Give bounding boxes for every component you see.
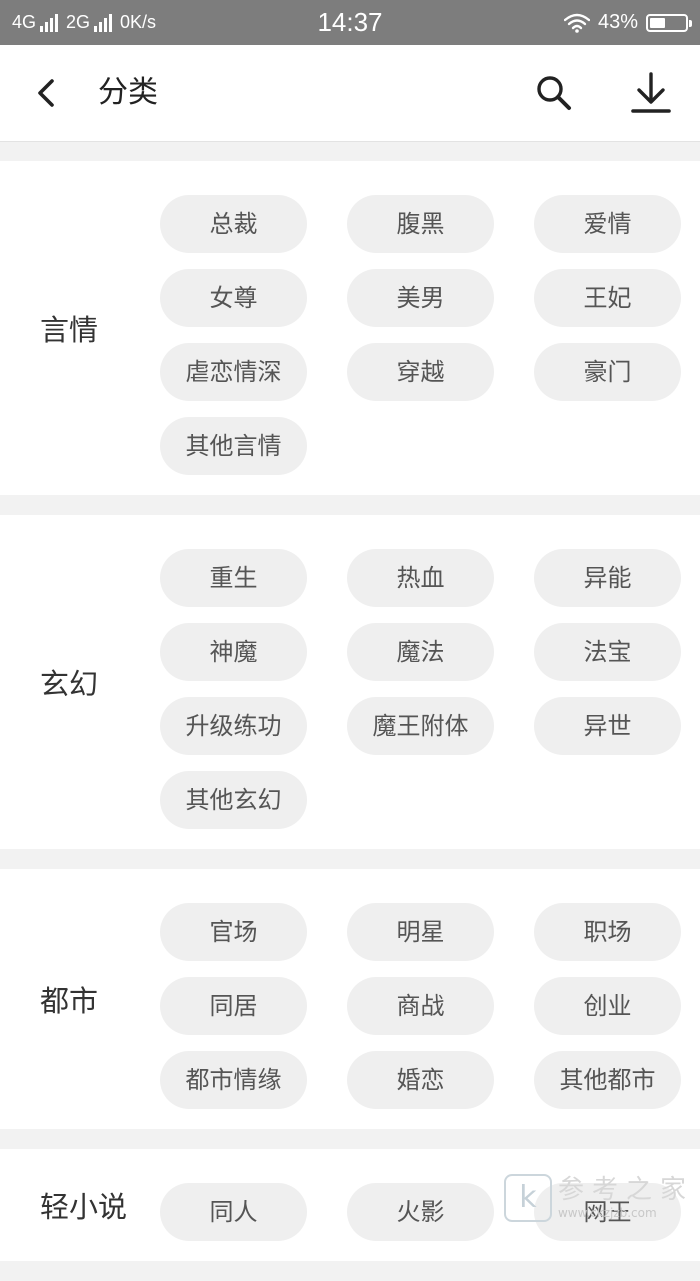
category-section: 玄幻 重生 热血 异能神魔 魔法 法宝升级练功 魔王附体 异世其他玄幻: [0, 515, 700, 849]
category-tag[interactable]: 魔王附体: [347, 697, 494, 755]
category-tag[interactable]: 创业: [534, 977, 681, 1035]
category-tag[interactable]: 美男: [347, 269, 494, 327]
category-tag[interactable]: 穿越: [347, 343, 494, 401]
category-tag[interactable]: 其他玄幻: [160, 771, 307, 829]
back-button[interactable]: [30, 73, 66, 113]
category-tag[interactable]: 热血: [347, 549, 494, 607]
category-section: 都市 官场 明星 职场同居 商战 创业都市情缘 婚恋 其他都市: [0, 869, 700, 1129]
category-tag[interactable]: 神魔: [160, 623, 307, 681]
category-list: 言情 总裁 腹黑 爱情女尊 美男 王妃虐恋情深 穿越 豪门其他言情玄幻 重生 热血 异能神魔 魔法 法宝…: [0, 161, 700, 1281]
search-icon: [537, 76, 571, 110]
category-tag[interactable]: 商战: [347, 977, 494, 1035]
page-title: 分类: [98, 75, 158, 110]
category-tag[interactable]: 职场: [534, 903, 681, 961]
category-tag[interactable]: 婚恋: [347, 1051, 494, 1109]
category-tag[interactable]: 魔法: [347, 623, 494, 681]
download-icon: [631, 72, 671, 113]
section-label: 都市: [40, 984, 99, 1018]
category-tag[interactable]: 王妃: [534, 269, 681, 327]
tag-grid: 官场 明星 职场同居 商战 创业都市情缘 婚恋 其他都市: [160, 903, 681, 1109]
category-tag[interactable]: 爱情: [534, 195, 681, 253]
category-tag[interactable]: 虐恋情深: [160, 343, 307, 401]
category-tag[interactable]: 重生: [160, 549, 307, 607]
category-tag[interactable]: 其他言情: [160, 417, 307, 475]
category-tag[interactable]: 腹黑: [347, 195, 494, 253]
search-button[interactable]: [534, 73, 574, 113]
category-tag[interactable]: 其他都市: [534, 1051, 681, 1109]
category-tag[interactable]: 法宝: [534, 623, 681, 681]
tag-grid: 总裁 腹黑 爱情女尊 美男 王妃虐恋情深 穿越 豪门其他言情: [160, 195, 681, 475]
category-section: 轻小说 同人 火影 网王: [0, 1149, 700, 1261]
chevron-left-icon: [38, 79, 54, 107]
battery-level: [650, 17, 665, 28]
category-tag[interactable]: 同人: [160, 1183, 307, 1241]
section-label: 玄幻: [40, 667, 99, 701]
category-tag[interactable]: 女尊: [160, 269, 307, 327]
status-right: 43%: [563, 0, 692, 45]
category-tag[interactable]: 总裁: [160, 195, 307, 253]
category-tag[interactable]: 异世: [534, 697, 681, 755]
tag-grid: 同人 火影 网王: [160, 1183, 681, 1241]
battery-percent: 43%: [597, 11, 638, 33]
category-tag[interactable]: 明星: [347, 903, 494, 961]
wifi-icon: [563, 13, 590, 33]
category-tag[interactable]: 火影: [347, 1183, 494, 1241]
section-label: 言情: [40, 313, 99, 347]
section-label: 轻小说: [40, 1190, 128, 1224]
category-tag[interactable]: 升级练功: [160, 697, 307, 755]
category-section: 言情 总裁 腹黑 爱情女尊 美男 王妃虐恋情深 穿越 豪门其他言情: [0, 161, 700, 495]
app-header: 分类: [0, 45, 700, 142]
category-tag[interactable]: 网王: [534, 1183, 681, 1241]
status-bar: 4G 2G 0K/s 14:37 43%: [0, 0, 700, 45]
category-tag[interactable]: 同居: [160, 977, 307, 1035]
tag-grid: 重生 热血 异能神魔 魔法 法宝升级练功 魔王附体 异世其他玄幻: [160, 549, 681, 829]
download-button[interactable]: [630, 71, 672, 115]
battery-icon: [646, 13, 692, 32]
category-tag[interactable]: 官场: [160, 903, 307, 961]
category-tag[interactable]: 豪门: [534, 343, 681, 401]
category-tag[interactable]: 都市情缘: [160, 1051, 307, 1109]
category-tag[interactable]: 异能: [534, 549, 681, 607]
